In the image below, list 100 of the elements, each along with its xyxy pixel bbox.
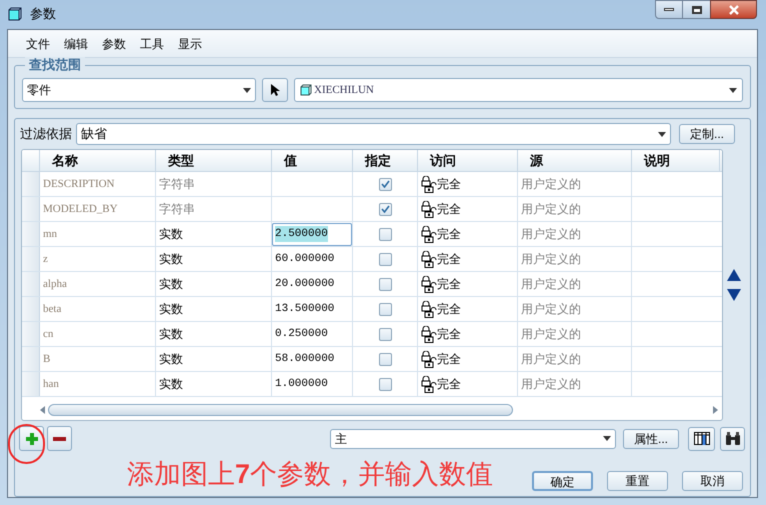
column-header[interactable]: 访问 [418,150,518,171]
table-cell: 用户定义的 [518,197,632,221]
lock-icon [421,300,437,318]
table-cell-text: 完全 [437,251,461,268]
scope-dropdown[interactable]: 零件 [22,78,256,102]
row-header[interactable] [22,247,40,271]
column-header[interactable]: 说明 [632,150,720,171]
select-button[interactable] [262,78,288,102]
table-cell: 用户定义的 [518,372,632,396]
table-cell-text: 完全 [437,176,461,193]
table-cell-text: 1.000000 [274,376,328,392]
scroll-right-icon[interactable] [713,406,718,414]
checkbox[interactable] [378,378,392,390]
table-cell-text: 完全 [437,276,461,293]
model-dropdown[interactable]: XIECHILUN [294,78,743,102]
lock-icon [421,250,437,268]
table-cell: DESCRIPTION [40,172,156,196]
table-cell: cn [40,322,156,346]
annotation-text: 添加图上7个参数，并输入数值 [127,458,494,491]
table-cell-text: 完全 [437,326,461,343]
table-cell: beta [40,297,156,321]
checkbox[interactable] [378,252,392,266]
table-cell: MODELED_BY [40,197,156,221]
table-cell: z [40,247,156,271]
row-header[interactable] [22,172,40,196]
table-cell: 字符串 [156,172,272,196]
view-dropdown[interactable]: 主 [330,428,616,448]
move-up-icon[interactable] [727,269,741,281]
close-icon [728,4,740,14]
column-header[interactable]: 指定 [353,150,418,171]
scroll-left-icon[interactable] [40,406,45,414]
table-cell: 实数 [156,222,272,246]
column-header[interactable]: 值 [272,150,353,171]
checkbox[interactable] [378,228,392,240]
table-cell: 实数 [156,347,272,371]
value-input[interactable]: 2.500000 [272,222,352,246]
row-header[interactable] [22,372,40,396]
table-cell-text: 完全 [437,351,461,368]
table-cell: 用户定义的 [518,322,632,346]
table-cell-text: 完全 [437,376,461,393]
checkbox[interactable] [378,178,392,190]
move-down-icon[interactable] [727,289,741,301]
column-header[interactable]: 类型 [156,150,272,171]
table-cell-text: 完全 [437,226,461,243]
customize-button[interactable]: 定制... [679,124,735,144]
row-header[interactable] [22,272,40,296]
menu-item[interactable]: 参数 [102,34,126,52]
checkbox[interactable] [378,352,392,366]
menu-item[interactable]: 文件 [26,34,50,52]
columns-button[interactable] [688,426,715,450]
column-header[interactable]: 名称 [40,150,156,171]
dropdown-arrow-icon [243,88,251,92]
checkbox[interactable] [378,328,392,340]
minimize-button[interactable] [655,0,683,19]
row-header[interactable] [22,322,40,346]
table-cell: 实数 [156,297,272,321]
table-cell-text: 完全 [437,301,461,318]
column-header[interactable]: 源 [518,150,632,171]
checkbox[interactable] [378,278,392,290]
dialog-button[interactable]: 取消 [682,471,743,491]
maximize-button[interactable] [683,0,710,19]
row-header[interactable] [22,347,40,371]
dialog-button[interactable]: 重置 [607,471,668,491]
menu-item[interactable]: 工具 [140,34,164,52]
search-button[interactable] [720,426,745,450]
remove-button[interactable] [47,426,72,451]
table-cell-text: 20.000000 [274,276,334,292]
menu-item[interactable]: 编辑 [64,34,88,52]
menu-item[interactable]: 显示 [178,34,202,52]
lock-icon [421,350,437,368]
table-cell: 用户定义的 [518,272,632,296]
table-cell-text: 13.500000 [274,302,334,317]
table-cell: mn [40,222,156,246]
add-button[interactable] [19,426,44,451]
row-header[interactable] [22,197,40,221]
table-columns-icon [694,432,710,445]
table-cell-text: 58.000000 [274,352,334,367]
table-cell: 用户定义的 [518,172,632,196]
table-cell: alpha [40,272,156,296]
close-button[interactable] [710,0,757,19]
dropdown-arrow-icon [729,88,737,92]
dialog-button[interactable]: 确定 [532,471,593,491]
dropdown-arrow-icon [603,436,611,441]
scrollbar-thumb[interactable] [48,404,513,416]
table-cell: 实数 [156,372,272,396]
lock-icon [421,326,437,342]
window-icon [8,7,22,21]
properties-button[interactable]: 属性... [623,428,679,448]
binoculars-icon [724,432,740,446]
checkbox[interactable] [378,202,392,216]
row-header[interactable] [22,222,40,246]
table-cell: 字符串 [156,197,272,221]
lock-icon [421,226,437,242]
minus-icon [53,436,66,440]
filter-dropdown[interactable]: 缺省 [76,123,671,145]
row-header[interactable] [22,297,40,321]
table-cell: 用户定义的 [518,222,632,246]
table-cell: 用户定义的 [518,347,632,371]
group-title: 查找范围 [25,57,85,73]
checkbox[interactable] [378,302,392,316]
